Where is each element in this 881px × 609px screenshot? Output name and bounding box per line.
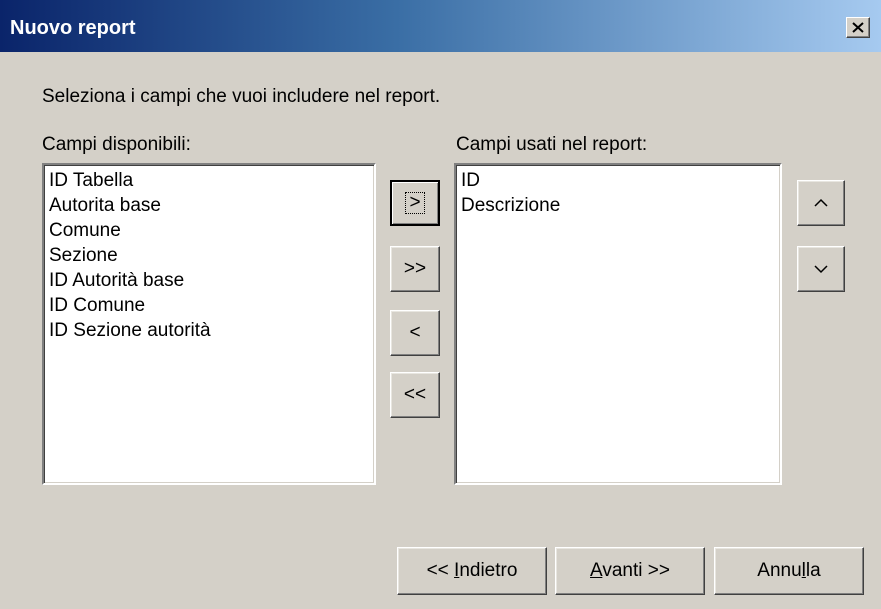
- cancel-rest: la: [805, 560, 821, 581]
- chevron-down-icon: [814, 265, 828, 274]
- instructions-text: Seleziona i campi che vuoi includere nel…: [42, 86, 441, 107]
- list-item[interactable]: Descrizione: [461, 193, 780, 218]
- close-button[interactable]: [846, 17, 870, 38]
- chevron-up-icon: [814, 198, 828, 207]
- cancel-before: Annu: [757, 560, 802, 581]
- list-item[interactable]: ID: [461, 168, 780, 193]
- move-up-button[interactable]: [797, 180, 845, 226]
- remove-field-button[interactable]: <: [390, 310, 440, 356]
- back-rest: ndietro: [459, 560, 518, 581]
- list-item[interactable]: ID Autorità base: [49, 268, 374, 293]
- list-item[interactable]: Autorita base: [49, 193, 374, 218]
- cancel-button[interactable]: Annulla: [714, 547, 864, 595]
- list-item[interactable]: ID Sezione autorità: [49, 318, 374, 343]
- title-bar[interactable]: Nuovo report: [0, 0, 881, 52]
- remove-field-label: <: [409, 322, 421, 343]
- next-rest: vanti >>: [602, 560, 670, 581]
- back-button[interactable]: << Indietro: [397, 547, 547, 595]
- next-button[interactable]: Avanti >>: [555, 547, 705, 595]
- window-title: Nuovo report: [10, 17, 136, 39]
- list-item[interactable]: Sezione: [49, 243, 374, 268]
- add-all-fields-button[interactable]: >>: [390, 246, 440, 292]
- add-all-label: >>: [403, 258, 427, 279]
- list-item[interactable]: ID Tabella: [49, 168, 374, 193]
- remove-all-label: <<: [403, 384, 427, 405]
- back-prefix: <<: [426, 560, 455, 581]
- move-down-button[interactable]: [797, 246, 845, 292]
- available-fields-label: Campi disponibili:: [42, 134, 191, 155]
- next-label: Avanti >>: [590, 560, 670, 582]
- list-item[interactable]: Comune: [49, 218, 374, 243]
- add-field-label: >: [405, 192, 425, 214]
- close-icon: [852, 22, 864, 33]
- available-fields-list[interactable]: ID Tabella Autorita base Comune Sezione …: [42, 163, 376, 485]
- add-field-button[interactable]: >: [390, 180, 440, 226]
- cancel-label: Annulla: [757, 560, 820, 582]
- list-item[interactable]: ID Comune: [49, 293, 374, 318]
- back-label: << Indietro: [427, 560, 518, 582]
- next-mnemonic: A: [590, 560, 603, 581]
- remove-all-fields-button[interactable]: <<: [390, 372, 440, 418]
- used-fields-list[interactable]: ID Descrizione: [454, 163, 782, 485]
- used-fields-label: Campi usati nel report:: [456, 134, 648, 155]
